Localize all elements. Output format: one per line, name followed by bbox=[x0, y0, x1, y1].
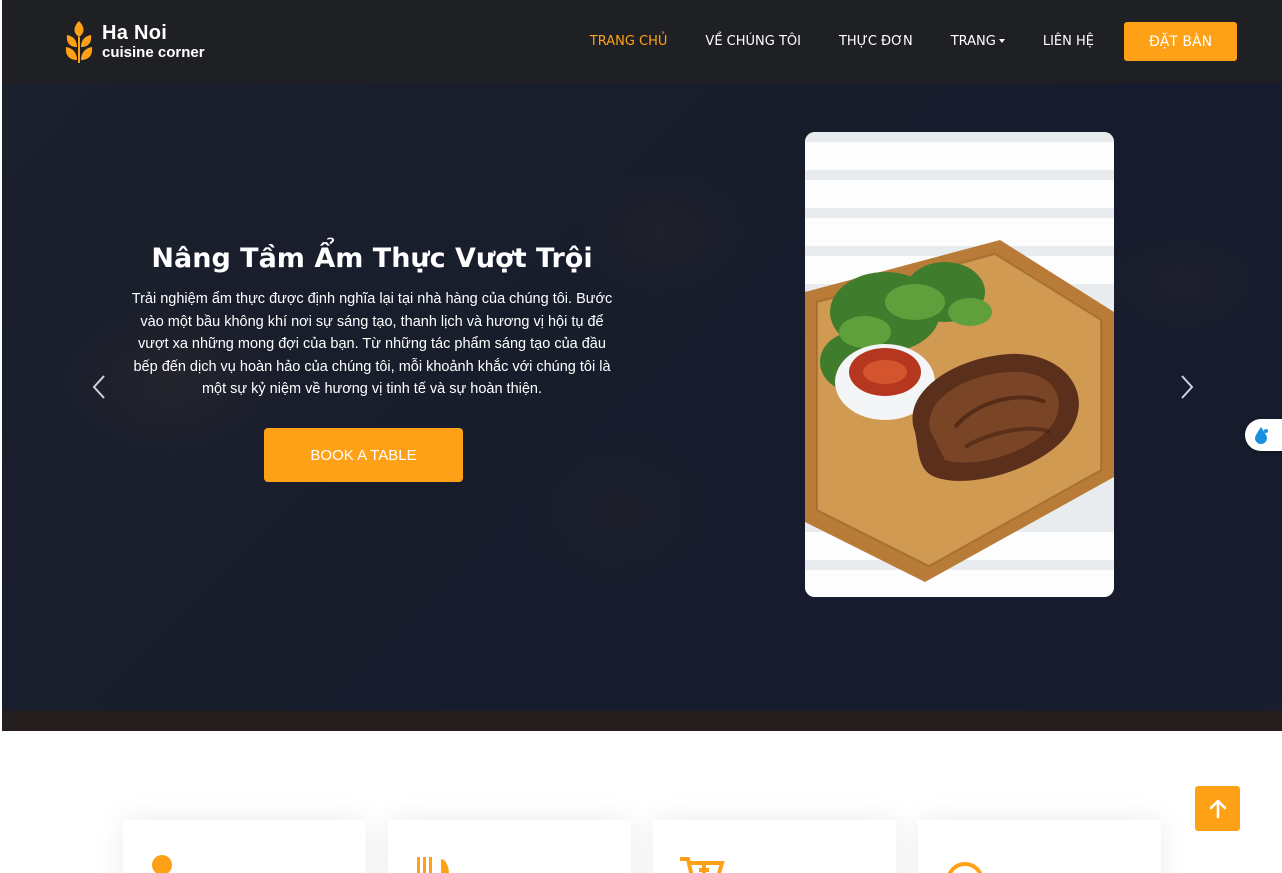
chevron-left-icon[interactable] bbox=[90, 373, 110, 401]
user-icon bbox=[152, 855, 172, 873]
book-a-table-button[interactable]: BOOK A TABLE bbox=[264, 428, 463, 482]
service-card[interactable] bbox=[653, 820, 896, 873]
utensils-icon bbox=[417, 857, 449, 873]
nav-item-pages-label: TRANG bbox=[950, 34, 996, 49]
brand-tagline: cuisine corner bbox=[102, 44, 205, 61]
chevron-right-icon[interactable] bbox=[1176, 373, 1196, 401]
back-to-top-button[interactable] bbox=[1195, 786, 1240, 831]
services-section bbox=[0, 731, 1282, 873]
hero-bottom-strip bbox=[2, 711, 1282, 731]
cart-icon bbox=[680, 857, 725, 873]
navbar: Ha Noi cuisine corner TRANG CHỦ VỀ CHÚNG… bbox=[2, 0, 1282, 83]
hero-title: Nâng Tầm Ẩm Thực Vượt Trội bbox=[151, 243, 593, 274]
service-card[interactable] bbox=[123, 820, 366, 873]
floating-widget[interactable] bbox=[1245, 419, 1282, 451]
hero-description: Trải nghiệm ẩm thực được định nghĩa lại … bbox=[131, 291, 613, 397]
nav-item-about[interactable]: VỀ CHÚNG TÔI bbox=[705, 34, 801, 49]
main-nav: TRANG CHỦ VỀ CHÚNG TÔI THỰC ĐƠN TRANG LI… bbox=[552, 22, 1237, 61]
nav-item-pages-dropdown[interactable]: TRANG bbox=[951, 34, 1005, 49]
wheat-icon bbox=[65, 20, 93, 63]
service-card[interactable] bbox=[918, 820, 1161, 873]
service-card[interactable] bbox=[388, 820, 631, 873]
arrow-up-icon bbox=[1209, 799, 1226, 818]
droplet-icon bbox=[1255, 427, 1268, 444]
steak-on-board-photo bbox=[805, 132, 1114, 597]
brand-logo[interactable]: Ha Noi cuisine corner bbox=[62, 19, 205, 65]
hero-text-block: Nâng Tầm Ẩm Thực Vượt Trội Trải nghiệm ẩ… bbox=[127, 243, 617, 401]
nav-item-home[interactable]: TRANG CHỦ bbox=[590, 34, 668, 49]
caret-down-icon bbox=[998, 38, 1005, 43]
book-table-nav-button[interactable]: ĐẶT BÀN bbox=[1124, 22, 1237, 61]
nav-item-contact[interactable]: LIÊN HỆ bbox=[1043, 34, 1094, 49]
brand-name: Ha Noi bbox=[102, 22, 168, 44]
nav-item-menu[interactable]: THỰC ĐƠN bbox=[839, 34, 913, 49]
headset-icon bbox=[947, 862, 983, 873]
hero-section: Nâng Tầm Ẩm Thực Vượt Trội Trải nghiệm ẩ… bbox=[2, 83, 1282, 731]
